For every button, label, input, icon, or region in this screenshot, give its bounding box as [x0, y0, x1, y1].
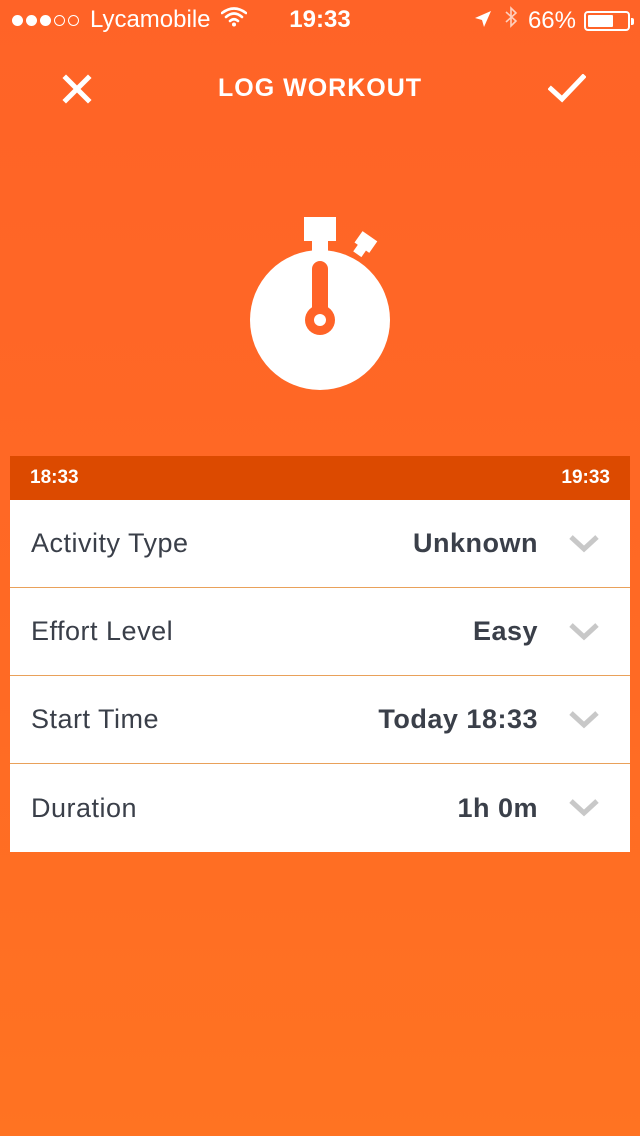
row-value: Easy	[472, 616, 538, 646]
chevron-down-icon	[569, 799, 599, 817]
battery-percent: 66%	[527, 6, 576, 34]
checkmark-icon	[548, 74, 586, 103]
confirm-button[interactable]	[542, 64, 592, 114]
row-value: Today 18:33	[378, 704, 538, 734]
stopwatch-icon	[240, 205, 400, 405]
row-label: Effort Level	[31, 616, 174, 646]
start-time-row[interactable]: Start Time Today 18:33	[10, 676, 630, 764]
duration-row[interactable]: Duration 1h 0m	[10, 764, 630, 852]
chevron-down-icon	[569, 711, 599, 729]
row-label: Start Time	[31, 704, 160, 734]
effort-level-row[interactable]: Effort Level Easy	[10, 588, 630, 676]
row-label: Activity Type	[31, 528, 189, 558]
row-value: Unknown	[413, 528, 538, 558]
activity-type-row[interactable]: Activity Type Unknown	[10, 500, 630, 588]
nav-bar: LOG WORKOUT	[0, 56, 640, 120]
time-range-bar: 18:33 19:33	[10, 456, 630, 500]
battery-level-fill	[588, 14, 614, 27]
bluetooth-icon	[504, 6, 518, 35]
location-arrow-icon	[474, 7, 492, 35]
status-right: 66%	[474, 6, 634, 35]
row-label: Duration	[31, 792, 138, 823]
timeline-start-time: 18:33	[30, 467, 79, 488]
chevron-down-icon	[569, 623, 599, 641]
battery-icon	[584, 10, 634, 31]
status-bar: Lycamobile 19:33 66%	[0, 0, 640, 40]
timeline-end-time: 19:33	[561, 467, 610, 488]
chevron-down-icon	[569, 535, 599, 553]
workout-form: Activity Type Unknown Effort Level Easy …	[10, 500, 630, 852]
row-value: 1h 0m	[457, 792, 538, 823]
